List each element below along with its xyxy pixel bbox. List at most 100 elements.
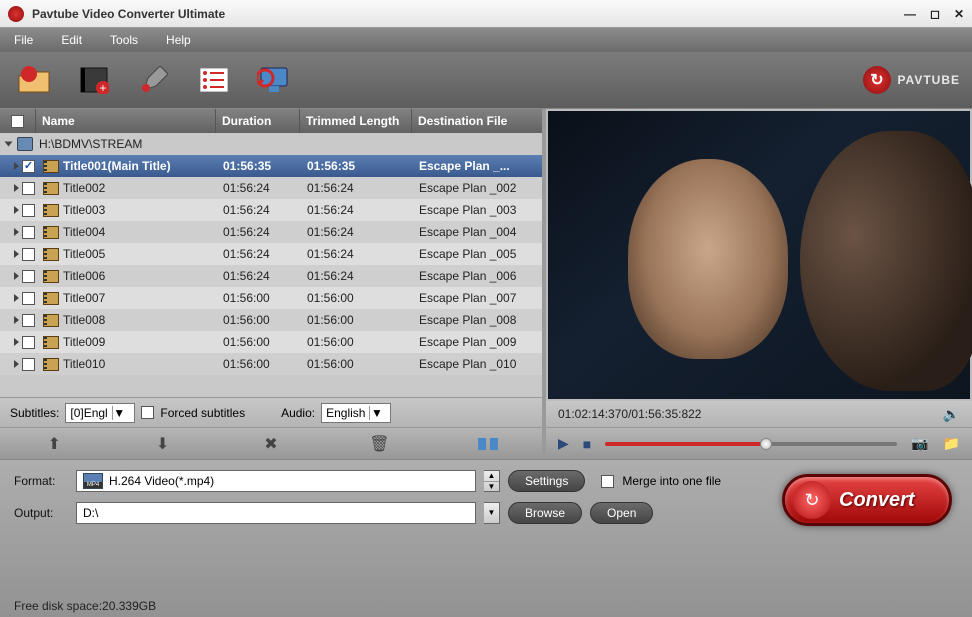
volume-icon[interactable]: 🔊 (943, 406, 960, 423)
row-duration: 01:56:24 (219, 221, 303, 243)
source-row[interactable]: H:\BDMV\STREAM (0, 133, 542, 155)
move-down-button[interactable]: ⬇ (153, 434, 173, 454)
forced-subtitles-checkbox[interactable] (141, 406, 154, 419)
expand-icon[interactable] (14, 338, 19, 346)
expand-icon[interactable] (14, 272, 19, 280)
preview-button[interactable] (252, 60, 296, 100)
snapshot-folder-button[interactable]: 📁 (943, 435, 960, 452)
merge-button[interactable] (478, 434, 498, 454)
table-row[interactable]: Title001(Main Title)01:56:3501:56:35Esca… (0, 155, 542, 177)
row-name: Title004 (63, 225, 105, 239)
header-duration[interactable]: Duration (216, 109, 300, 133)
row-checkbox[interactable] (22, 204, 35, 217)
row-name: Title006 (63, 269, 105, 283)
header-name[interactable]: Name (36, 109, 216, 133)
row-name: Title010 (63, 357, 105, 371)
expand-icon[interactable] (14, 294, 19, 302)
table-header: Name Duration Trimmed Length Destination… (0, 109, 542, 133)
brand-text: PAVTUBE (897, 73, 960, 87)
expand-icon[interactable] (14, 316, 19, 324)
header-destination[interactable]: Destination File (412, 109, 542, 133)
row-trimmed: 01:56:35 (303, 155, 415, 177)
subtitles-select[interactable]: [0]Engl▼ (65, 403, 135, 423)
add-video-button[interactable]: + (72, 60, 116, 100)
snapshot-button[interactable]: 📷 (911, 435, 928, 452)
table-row[interactable]: Title00501:56:2401:56:24Escape Plan _005 (0, 243, 542, 265)
table-row[interactable]: Title00301:56:2401:56:24Escape Plan _003 (0, 199, 542, 221)
format-spin[interactable]: ▲▼ (484, 470, 500, 492)
stop-button[interactable]: ■ (583, 436, 591, 452)
row-trimmed: 01:56:24 (303, 243, 415, 265)
select-all-checkbox[interactable] (11, 115, 24, 128)
header-trimmed[interactable]: Trimmed Length (300, 109, 412, 133)
expand-icon[interactable] (14, 162, 19, 170)
row-name: Title005 (63, 247, 105, 261)
forced-subtitles-label: Forced subtitles (160, 406, 245, 420)
maximize-button[interactable]: ◻ (930, 7, 940, 21)
menu-file[interactable]: File (14, 33, 33, 47)
format-value: H.264 Video(*.mp4) (109, 474, 214, 488)
row-checkbox[interactable] (22, 358, 35, 371)
row-checkbox[interactable] (22, 336, 35, 349)
delete-button[interactable]: 🗑 (369, 434, 389, 454)
row-destination: Escape Plan _008 (415, 309, 542, 331)
minimize-button[interactable]: — (904, 7, 916, 21)
expand-icon[interactable] (14, 250, 19, 258)
open-button[interactable]: Open (590, 502, 653, 524)
table-row[interactable]: Title00201:56:2401:56:24Escape Plan _002 (0, 177, 542, 199)
menu-edit[interactable]: Edit (61, 33, 82, 47)
film-icon (43, 160, 59, 173)
expand-icon[interactable] (14, 184, 19, 192)
menu-tools[interactable]: Tools (110, 33, 138, 47)
expand-icon[interactable] (14, 360, 19, 368)
seek-bar[interactable] (605, 442, 897, 446)
row-checkbox[interactable] (22, 160, 35, 173)
remove-button[interactable]: ✖ (261, 434, 281, 454)
close-button[interactable]: ✕ (954, 7, 964, 21)
row-destination: Escape Plan _010 (415, 353, 542, 375)
list-button[interactable] (192, 60, 236, 100)
browse-button[interactable]: Browse (508, 502, 582, 524)
output-dropdown[interactable]: ▼ (484, 502, 500, 524)
convert-label: Convert (839, 489, 915, 512)
load-folder-button[interactable] (12, 60, 56, 100)
expand-icon[interactable] (5, 142, 13, 147)
table-row[interactable]: Title00601:56:2401:56:24Escape Plan _006 (0, 265, 542, 287)
titlebar: Pavtube Video Converter Ultimate — ◻ ✕ (0, 0, 972, 28)
format-field[interactable]: H.264 Video(*.mp4) (76, 470, 476, 492)
audio-select[interactable]: English▼ (321, 403, 391, 423)
menu-help[interactable]: Help (166, 33, 191, 47)
row-trimmed: 01:56:00 (303, 353, 415, 375)
row-checkbox[interactable] (22, 292, 35, 305)
film-icon (43, 226, 59, 239)
play-button[interactable]: ▶ (558, 435, 569, 452)
row-checkbox[interactable] (22, 248, 35, 261)
output-field[interactable]: D:\ (76, 502, 476, 524)
convert-button[interactable]: ↻ Convert (782, 474, 952, 526)
table-row[interactable]: Title00801:56:0001:56:00Escape Plan _008 (0, 309, 542, 331)
row-checkbox[interactable] (22, 270, 35, 283)
row-destination: Escape Plan _005 (415, 243, 542, 265)
row-checkbox[interactable] (22, 182, 35, 195)
row-destination: Escape Plan _009 (415, 331, 542, 353)
subtitles-value: [0]Engl (70, 406, 107, 420)
row-duration: 01:56:24 (219, 243, 303, 265)
table-row[interactable]: Title00901:56:0001:56:00Escape Plan _009 (0, 331, 542, 353)
edit-button[interactable] (132, 60, 176, 100)
options-row: Subtitles: [0]Engl▼ Forced subtitles Aud… (0, 397, 542, 427)
move-up-button[interactable]: ⬆ (44, 434, 64, 454)
brand-icon (863, 66, 891, 94)
table-row[interactable]: Title00701:56:0001:56:00Escape Plan _007 (0, 287, 542, 309)
row-duration: 01:56:24 (219, 177, 303, 199)
expand-icon[interactable] (14, 206, 19, 214)
list-actions: ⬆ ⬇ ✖ 🗑 (0, 427, 542, 459)
expand-icon[interactable] (14, 228, 19, 236)
format-label: Format: (14, 474, 68, 488)
row-checkbox[interactable] (22, 226, 35, 239)
settings-button[interactable]: Settings (508, 470, 585, 492)
row-checkbox[interactable] (22, 314, 35, 327)
preview-window[interactable] (548, 111, 970, 399)
table-row[interactable]: Title01001:56:0001:56:00Escape Plan _010 (0, 353, 542, 375)
table-row[interactable]: Title00401:56:2401:56:24Escape Plan _004 (0, 221, 542, 243)
merge-checkbox[interactable] (601, 475, 614, 488)
